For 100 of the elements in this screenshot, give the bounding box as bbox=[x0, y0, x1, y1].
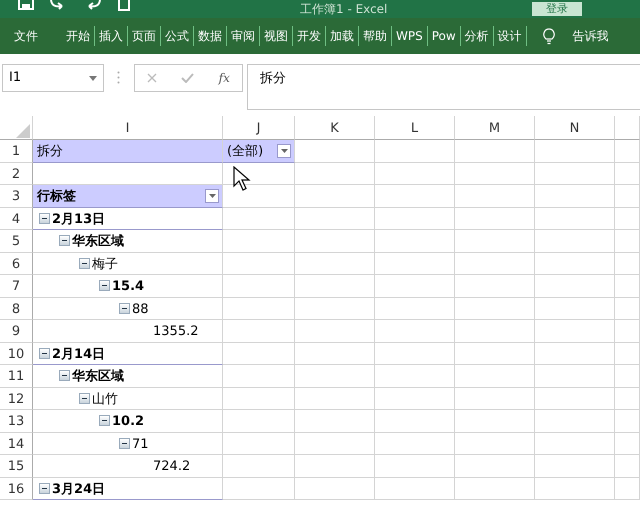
grid-cell[interactable] bbox=[295, 410, 375, 432]
grid-cell[interactable] bbox=[455, 185, 535, 208]
grid-cell[interactable] bbox=[535, 140, 615, 162]
ribbon-tab[interactable]: 文件 bbox=[10, 27, 42, 45]
collapse-toggle[interactable] bbox=[39, 482, 50, 494]
row-header[interactable]: 7 bbox=[0, 275, 33, 298]
grid-cell[interactable] bbox=[455, 252, 535, 275]
ribbon-tab[interactable]: 加载 bbox=[326, 27, 358, 45]
grid-cell[interactable] bbox=[295, 478, 375, 500]
row-header[interactable]: 9 bbox=[0, 320, 33, 342]
formula-input[interactable]: 拆分 bbox=[247, 64, 640, 110]
ribbon-tab[interactable]: 公式 bbox=[161, 27, 193, 45]
grid-cell[interactable] bbox=[375, 140, 455, 162]
row-header[interactable]: 4 bbox=[0, 208, 33, 230]
grid-cell[interactable] bbox=[375, 342, 455, 365]
grid-cell[interactable] bbox=[295, 230, 375, 252]
grid-cell[interactable] bbox=[615, 410, 640, 432]
row-header[interactable]: 5 bbox=[0, 230, 33, 252]
ribbon-tab[interactable]: 开始 bbox=[62, 27, 94, 45]
grid-cell[interactable]: 山竹 bbox=[33, 388, 223, 410]
grid-cell[interactable] bbox=[375, 208, 455, 230]
grid-cell[interactable] bbox=[455, 162, 535, 185]
grid-cell[interactable] bbox=[535, 230, 615, 252]
grid-cell[interactable] bbox=[455, 320, 535, 342]
row-header[interactable]: 13 bbox=[0, 410, 33, 432]
grid-cell[interactable] bbox=[455, 410, 535, 432]
document-icon[interactable] bbox=[118, 0, 130, 11]
ribbon-tab[interactable]: 设计 bbox=[494, 27, 526, 45]
grid-cell[interactable] bbox=[455, 275, 535, 298]
collapse-toggle[interactable] bbox=[59, 235, 70, 246]
row-header[interactable]: 12 bbox=[0, 388, 33, 410]
grid-cell[interactable] bbox=[295, 208, 375, 230]
filter-dropdown[interactable] bbox=[277, 144, 291, 158]
tell-me-button[interactable]: 告诉我 bbox=[568, 27, 613, 45]
row-header[interactable]: 16 bbox=[0, 478, 33, 500]
grid-cell[interactable] bbox=[615, 432, 640, 455]
grid-cell[interactable] bbox=[223, 388, 295, 410]
dropdown-arrow-icon[interactable] bbox=[89, 76, 97, 81]
grid-cell[interactable] bbox=[375, 432, 455, 455]
grid-cell[interactable] bbox=[223, 208, 295, 230]
ribbon-tab[interactable]: Pow bbox=[428, 27, 460, 45]
ribbon-tab[interactable]: 数据 bbox=[194, 27, 226, 45]
grid-cell[interactable] bbox=[535, 185, 615, 208]
grid-cell[interactable] bbox=[295, 432, 375, 455]
row-header[interactable]: 6 bbox=[0, 252, 33, 275]
insert-function-button[interactable]: fx bbox=[218, 69, 230, 87]
grid-cell[interactable] bbox=[615, 140, 640, 162]
grid-cell[interactable] bbox=[223, 252, 295, 275]
row-header[interactable]: 11 bbox=[0, 365, 33, 388]
grid-cell[interactable] bbox=[375, 365, 455, 388]
grid-cell[interactable] bbox=[455, 230, 535, 252]
collapse-toggle[interactable] bbox=[79, 258, 90, 268]
grid-cell[interactable] bbox=[295, 252, 375, 275]
grid-cell[interactable]: 华东区域 bbox=[33, 230, 223, 252]
grid-cell[interactable] bbox=[535, 432, 615, 455]
collapse-toggle[interactable] bbox=[99, 415, 110, 426]
grid-cell[interactable]: 行标签 bbox=[33, 185, 223, 208]
grid-cell[interactable]: 10.2 bbox=[33, 410, 223, 432]
grid-cell[interactable] bbox=[223, 410, 295, 432]
collapse-toggle[interactable] bbox=[39, 212, 50, 224]
grid-cell[interactable] bbox=[535, 298, 615, 320]
grid-cell[interactable] bbox=[615, 208, 640, 230]
grid-cell[interactable] bbox=[295, 298, 375, 320]
grid-cell[interactable] bbox=[615, 162, 640, 185]
grid-cell[interactable]: 3月24日 bbox=[33, 478, 223, 500]
column-header[interactable]: M bbox=[455, 116, 535, 140]
grid-cell[interactable] bbox=[223, 455, 295, 478]
grid-cell[interactable] bbox=[535, 410, 615, 432]
grid-cell[interactable] bbox=[455, 208, 535, 230]
grid-cell[interactable] bbox=[615, 342, 640, 365]
sign-in-button[interactable]: 登录 bbox=[532, 2, 582, 16]
ribbon-tab[interactable]: 帮助 bbox=[359, 27, 391, 45]
collapse-toggle[interactable] bbox=[119, 438, 130, 448]
dropdown-arrow-icon[interactable] bbox=[280, 149, 288, 153]
collapse-toggle[interactable] bbox=[39, 348, 50, 358]
column-header[interactable]: N bbox=[535, 116, 615, 140]
grid-cell[interactable] bbox=[375, 388, 455, 410]
column-header[interactable]: K bbox=[295, 116, 375, 140]
grid-cell[interactable] bbox=[295, 140, 375, 162]
grid-cell[interactable]: 拆分 bbox=[33, 140, 223, 162]
grid-cell[interactable] bbox=[615, 388, 640, 410]
row-header[interactable]: 8 bbox=[0, 298, 33, 320]
ribbon-tab[interactable]: WPS bbox=[392, 27, 427, 45]
grid-cell[interactable] bbox=[375, 455, 455, 478]
collapse-toggle[interactable] bbox=[59, 370, 70, 381]
ribbon-tab[interactable]: 页面 bbox=[128, 27, 160, 45]
grid-cell[interactable] bbox=[455, 365, 535, 388]
grid-cell[interactable] bbox=[615, 298, 640, 320]
grid-cell[interactable] bbox=[535, 388, 615, 410]
grid-cell[interactable] bbox=[375, 230, 455, 252]
ribbon-tab[interactable]: 插入 bbox=[95, 27, 127, 45]
grid-cell[interactable] bbox=[455, 432, 535, 455]
check-icon[interactable] bbox=[181, 73, 194, 83]
collapse-toggle[interactable] bbox=[99, 280, 110, 291]
grid-cell[interactable] bbox=[455, 342, 535, 365]
grid-cell[interactable]: 2月13日 bbox=[33, 208, 223, 230]
grid-cell[interactable] bbox=[223, 478, 295, 500]
grid-cell[interactable] bbox=[375, 320, 455, 342]
ribbon-tab[interactable]: 分析 bbox=[460, 27, 493, 45]
grid-cell[interactable] bbox=[535, 455, 615, 478]
